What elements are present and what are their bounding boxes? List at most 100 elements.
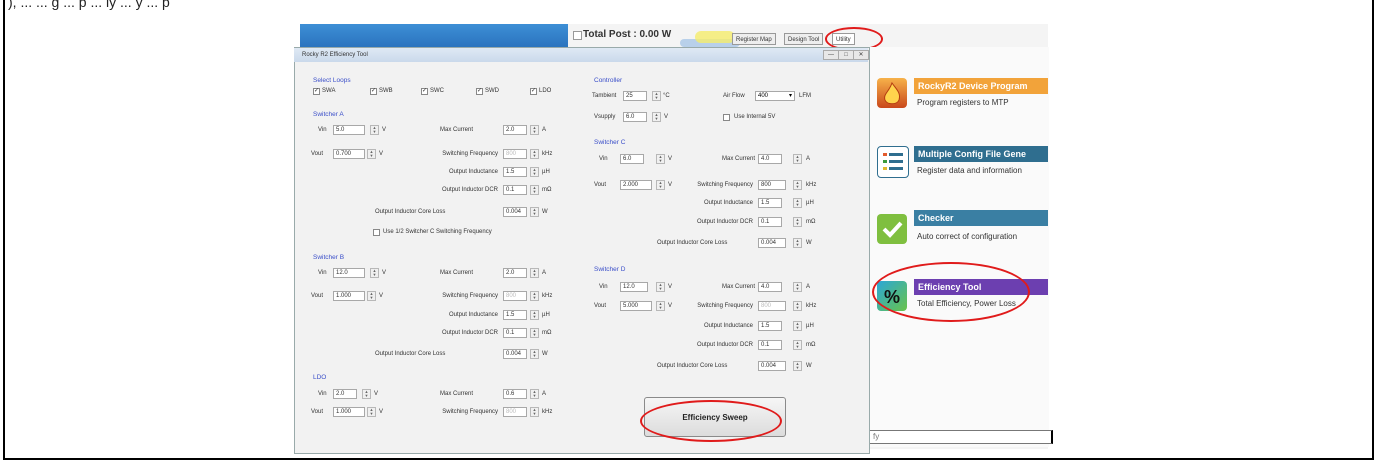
swb-dcr-unit: mΩ (542, 330, 552, 336)
use-half-swc-checkbox[interactable] (373, 229, 380, 236)
swd-inductance-input[interactable]: 1.5 (758, 321, 782, 331)
swa-core-loss-spinner[interactable]: ▲ ▼ (530, 207, 539, 217)
swa-dcr-input[interactable]: 0.1 (503, 185, 527, 195)
swb-frequency-input[interactable]: 800 (503, 291, 527, 301)
swa-vin-unit: V (382, 127, 387, 133)
swb-dcr-input[interactable]: 0.1 (503, 328, 527, 338)
checkbox-swc[interactable]: ✓ (421, 88, 428, 95)
swd-frequency-input[interactable]: 800 (758, 301, 786, 311)
swb-vin-spinner[interactable]: ▲ ▼ (370, 268, 379, 278)
feature-title-multi-config[interactable]: Multiple Config File Gene (914, 146, 1048, 162)
swd-core-loss-spinner[interactable]: ▲ ▼ (793, 361, 802, 371)
swa-vout-spinner[interactable]: ▲ ▼ (367, 149, 376, 159)
swa-inductance-input[interactable]: 1.5 (503, 167, 527, 177)
checkbox-swa[interactable]: ✓ (313, 88, 320, 95)
swd-vin-spinner[interactable]: ▲ ▼ (656, 282, 665, 292)
ldo-vout-spinner[interactable]: ▲ ▼ (367, 407, 376, 417)
checkbox-ldo[interactable]: ✓ (530, 88, 537, 95)
swd-max-current-input[interactable]: 4.0 (758, 282, 782, 292)
swd-max-current-spinner[interactable]: ▲ ▼ (793, 282, 802, 292)
swc-dcr-spinner[interactable]: ▲ ▼ (793, 217, 802, 227)
swc-vin-input[interactable]: 6.0 (620, 154, 644, 164)
swb-vin-input[interactable]: 12.0 (333, 268, 365, 278)
swa-core-loss-input[interactable]: 0.004 (503, 207, 527, 217)
swa-vout-input[interactable]: 0.700 (333, 149, 365, 159)
swb-vout-spinner[interactable]: ▲ ▼ (367, 291, 376, 301)
ldo-max-current-spinner[interactable]: ▲ ▼ (530, 389, 539, 399)
bottom-text-field[interactable]: fy (869, 430, 1053, 444)
swb-max-current-input[interactable]: 2.0 (503, 268, 527, 278)
ldo-frequency-spinner[interactable]: ▲ ▼ (530, 407, 539, 417)
swc-dcr-input[interactable]: 0.1 (758, 217, 782, 227)
controller-title: Controller (594, 77, 623, 84)
close-button[interactable]: ✕ (853, 50, 869, 60)
maximize-button[interactable]: □ (838, 50, 854, 60)
ldo-frequency-input[interactable]: 800 (503, 407, 527, 417)
swd-vin-input[interactable]: 12.0 (620, 282, 648, 292)
ldo-vin-spinner[interactable]: ▲ ▼ (362, 389, 371, 399)
swa-vin-spinner[interactable]: ▲ ▼ (370, 125, 379, 135)
ldo-vin-input[interactable]: 2.0 (333, 389, 357, 399)
swb-max-current-spinner[interactable]: ▲ ▼ (530, 268, 539, 278)
swa-frequency-input[interactable]: 800 (503, 149, 527, 159)
checkbox-swd[interactable]: ✓ (476, 88, 483, 95)
swa-max-current-spinner[interactable]: ▲ ▼ (530, 125, 539, 135)
swa-inductance-unit: µH (542, 169, 550, 175)
swb-vout-input[interactable]: 1.000 (333, 291, 365, 301)
swb-dcr-spinner[interactable]: ▲ ▼ (530, 328, 539, 338)
swd-frequency-spinner[interactable]: ▲ ▼ (793, 301, 802, 311)
ldo-max-current-input[interactable]: 0.6 (503, 389, 527, 399)
vsupply-input[interactable]: 6.0 (623, 112, 647, 122)
swd-core-loss-input[interactable]: 0.004 (758, 361, 786, 371)
swa-vout-label: Vout (311, 151, 324, 157)
swc-frequency-spinner[interactable]: ▲ ▼ (793, 180, 802, 190)
feature-title-checker[interactable]: Checker (914, 210, 1048, 226)
switcher-a-title: Switcher A (313, 111, 344, 118)
checkbox-label-swb: SWB (379, 88, 393, 94)
swc-max-current-input[interactable]: 4.0 (758, 154, 782, 164)
ldo-vout-input[interactable]: 1.000 (333, 407, 365, 417)
swb-inductance-spinner[interactable]: ▲ ▼ (530, 310, 539, 320)
swd-vin-label: Vin (599, 284, 608, 290)
tab-register-map[interactable]: Register Map (732, 33, 776, 45)
swb-inductance-input[interactable]: 1.5 (503, 310, 527, 320)
swd-dcr-input[interactable]: 0.1 (758, 340, 782, 350)
total-post-checkbox[interactable] (573, 31, 582, 40)
swc-dcr-label: Output Inductor DCR (696, 219, 753, 225)
swa-frequency-spinner[interactable]: ▲ ▼ (530, 149, 539, 159)
swa-vin-input[interactable]: 5.0 (333, 125, 365, 135)
swc-vin-unit: V (668, 156, 673, 162)
checkbox-swb[interactable]: ✓ (370, 88, 377, 95)
swa-dcr-spinner[interactable]: ▲ ▼ (530, 185, 539, 195)
swd-inductance-spinner[interactable]: ▲ ▼ (793, 321, 802, 331)
airflow-select[interactable]: 400 ▾ (755, 91, 795, 101)
swc-frequency-input[interactable]: 800 (758, 180, 786, 190)
swa-max-current-label: Max Current (440, 127, 474, 133)
vsupply-spinner[interactable]: ▲ ▼ (652, 112, 661, 122)
tambient-input[interactable]: 25 (623, 91, 647, 101)
swa-max-current-input[interactable]: 2.0 (503, 125, 527, 135)
swc-inductance-input[interactable]: 1.5 (758, 198, 782, 208)
swc-core-loss-input[interactable]: 0.004 (758, 238, 786, 248)
feature-title-device-program[interactable]: RockyR2 Device Program (914, 78, 1048, 94)
swc-vin-spinner[interactable]: ▲ ▼ (656, 154, 665, 164)
swb-core-loss-spinner[interactable]: ▲ ▼ (530, 349, 539, 359)
switcher-b-title: Switcher B (313, 254, 345, 261)
swc-max-current-spinner[interactable]: ▲ ▼ (793, 154, 802, 164)
swb-core-loss-input[interactable]: 0.004 (503, 349, 527, 359)
swc-inductance-spinner[interactable]: ▲ ▼ (793, 198, 802, 208)
tab-design-tool[interactable]: Design Tool (784, 33, 824, 45)
flame-icon[interactable] (877, 78, 907, 108)
use-internal-5v-checkbox[interactable] (723, 114, 730, 121)
swa-inductance-spinner[interactable]: ▲ ▼ (530, 167, 539, 177)
minimize-button[interactable]: — (823, 50, 839, 60)
tambient-spinner[interactable]: ▲ ▼ (652, 91, 661, 101)
swb-frequency-spinner[interactable]: ▲ ▼ (530, 291, 539, 301)
checkmark-icon[interactable] (877, 214, 907, 244)
list-icon[interactable] (877, 146, 909, 178)
feature-desc-checker: Auto correct of configuration (917, 232, 1018, 241)
ldo-vin-unit: V (374, 391, 379, 397)
swc-core-loss-spinner[interactable]: ▲ ▼ (793, 238, 802, 248)
swd-dcr-spinner[interactable]: ▲ ▼ (793, 340, 802, 350)
dialog-title: Rocky R2 Efficiency Tool (294, 48, 868, 62)
